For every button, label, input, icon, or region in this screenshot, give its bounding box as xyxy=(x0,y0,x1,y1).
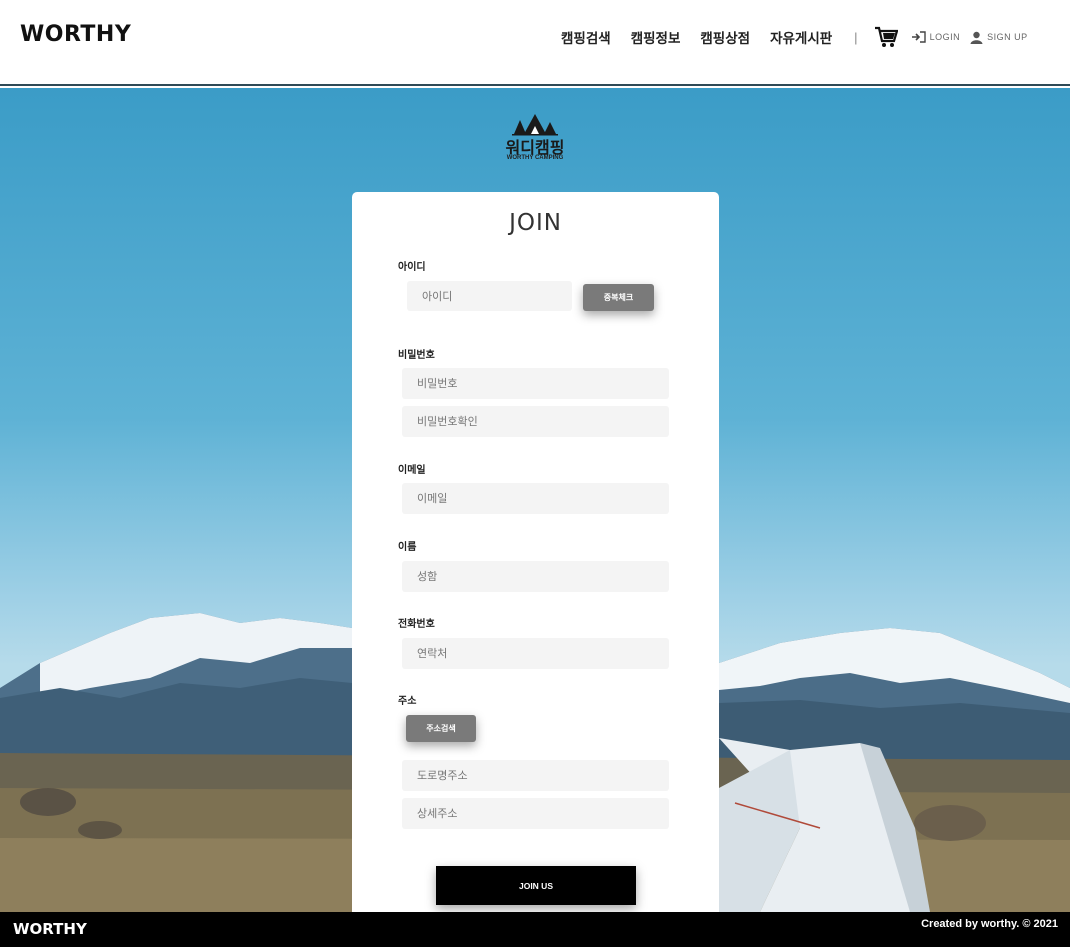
nav-free-board[interactable]: 자유게시판 xyxy=(770,27,832,47)
camping-logo: 워디캠핑 WORTHY CAMPING xyxy=(500,110,570,166)
site-header: WORTHY 캠핑검색 캠핑정보 캠핑상점 자유게시판 | LOGIN SIGN… xyxy=(0,0,1070,86)
address-label: 주소 xyxy=(398,696,417,707)
email-label: 이메일 xyxy=(398,465,426,476)
logo-subtitle: WORTHY CAMPING xyxy=(506,155,564,161)
password-label: 비밀번호 xyxy=(398,350,435,361)
id-input[interactable] xyxy=(407,281,572,311)
brand-logo[interactable]: WORTHY xyxy=(20,22,131,47)
nav-divider: | xyxy=(854,29,858,45)
name-label: 이름 xyxy=(398,542,417,553)
main-nav: 캠핑검색 캠핑정보 캠핑상점 자유게시판 | LOGIN SIGN UP xyxy=(561,26,1038,48)
login-label: LOGIN xyxy=(929,32,961,42)
tent-tree-icon xyxy=(512,114,558,136)
password-input[interactable] xyxy=(402,368,669,399)
footer-credit: Created by worthy. © 2021 xyxy=(921,918,1058,930)
signup-link[interactable]: SIGN UP xyxy=(970,31,1028,44)
cart-icon[interactable] xyxy=(874,26,898,48)
address-search-button[interactable]: 주소검색 xyxy=(406,715,476,742)
name-input[interactable] xyxy=(402,561,669,592)
duplicate-check-button[interactable]: 중복체크 xyxy=(583,284,654,311)
nav-camping-search[interactable]: 캠핑검색 xyxy=(561,27,611,47)
login-icon xyxy=(911,31,926,43)
signup-label: SIGN UP xyxy=(987,32,1028,42)
join-submit-button[interactable]: JOIN US xyxy=(436,866,636,905)
nav-camping-shop[interactable]: 캠핑상점 xyxy=(700,27,750,47)
form-title: JOIN xyxy=(509,210,562,236)
password-confirm-input[interactable] xyxy=(402,406,669,437)
id-label: 아이디 xyxy=(398,262,426,273)
footer-brand: WORTHY xyxy=(13,920,87,938)
email-input[interactable] xyxy=(402,483,669,514)
login-link[interactable]: LOGIN xyxy=(911,31,961,43)
phone-input[interactable] xyxy=(402,638,669,669)
phone-label: 전화번호 xyxy=(398,619,435,630)
join-form-card: JOIN 아이디 중복체크 비밀번호 이메일 이름 전화번호 주소 주소검색 J… xyxy=(352,192,719,917)
detail-address-input[interactable] xyxy=(402,798,669,829)
road-address-input[interactable] xyxy=(402,760,669,791)
user-icon xyxy=(970,31,983,44)
nav-camping-info[interactable]: 캠핑정보 xyxy=(631,27,681,47)
site-footer: WORTHY Created by worthy. © 2021 xyxy=(0,912,1070,947)
